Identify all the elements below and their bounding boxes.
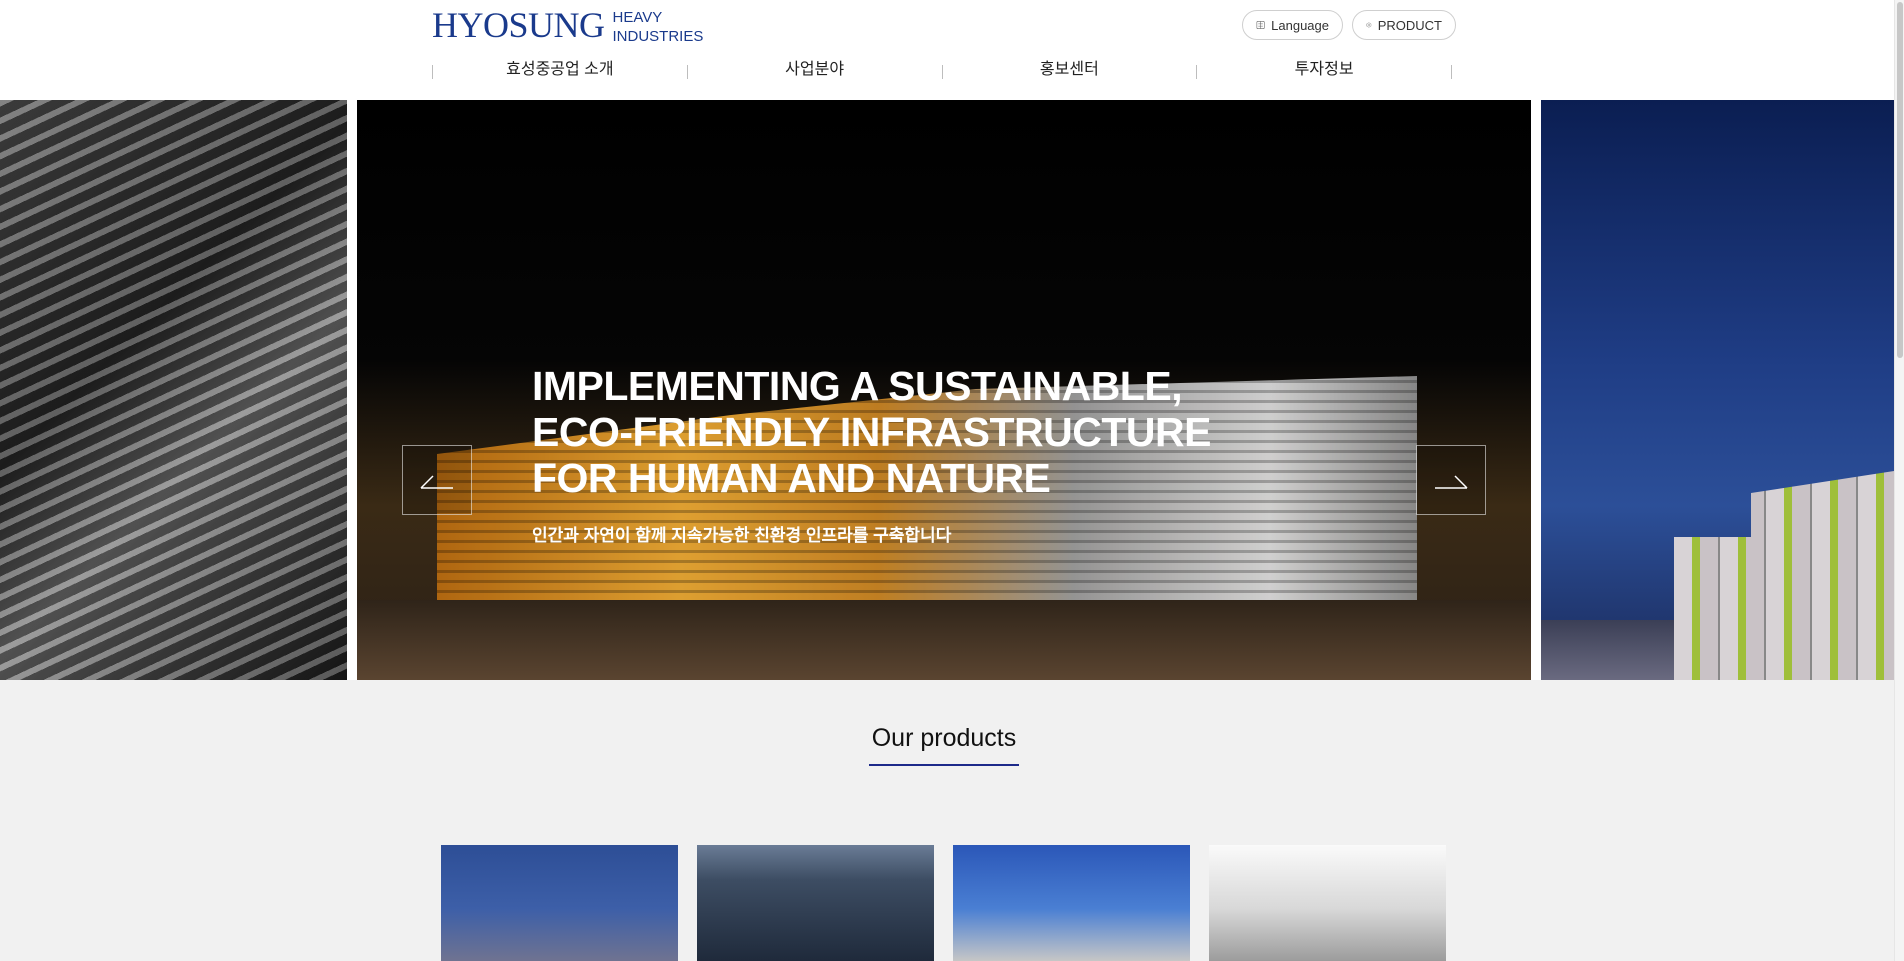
hero-subtitle: 인간과 자연이 함께 지속가능한 친환경 인프라를 구축합니다 [532, 526, 952, 545]
hero-title-line-3: FOR HUMAN AND NATURE [532, 455, 1051, 501]
nav-item-pr-center[interactable]: 홍보센터 [943, 56, 1197, 84]
site-header: HYOSUNG HEAVY INDUSTRIES Language PRODUC… [0, 0, 1894, 100]
hero-title-line-1: IMPLEMENTING A SUSTAINABLE, [532, 363, 1183, 409]
hero-slide-prev-peek[interactable] [0, 100, 347, 680]
hyosung-logo[interactable]: HYOSUNG HEAVY INDUSTRIES [432, 6, 703, 44]
logo-subtext: HEAVY INDUSTRIES [613, 6, 704, 44]
logo-subtext-line1: HEAVY [612, 9, 663, 26]
carousel-next-button[interactable] [1416, 445, 1486, 515]
hero-text: IMPLEMENTING A SUSTAINABLE, ECO-FRIENDLY… [532, 363, 1211, 546]
products-title-underline [869, 764, 1019, 766]
logo-subtext-line2: INDUSTRIES [612, 28, 704, 45]
product-label: PRODUCT [1377, 17, 1442, 33]
carousel-prev-button[interactable] [402, 445, 472, 515]
language-label: Language [1271, 17, 1329, 33]
hero-title-line-2: ECO-FRIENDLY INFRASTRUCTURE [532, 409, 1211, 455]
arrow-left-icon [420, 475, 453, 489]
arrow-right-icon [1435, 475, 1468, 489]
product-card-solar[interactable] [953, 845, 1190, 961]
language-button[interactable]: Language [1242, 10, 1343, 40]
product-card-motor[interactable] [1209, 845, 1446, 961]
page-scrollbar[interactable] [1894, 0, 1904, 961]
globe-icon [1256, 20, 1265, 30]
nav-item-investor[interactable]: 투자정보 [1197, 56, 1451, 84]
nav-item-business[interactable]: 사업분야 [688, 56, 942, 84]
hero-carousel: IMPLEMENTING A SUSTAINABLE, ECO-FRIENDLY… [0, 100, 1894, 680]
products-section-title: Our products [871, 724, 1017, 752]
product-card-power-transmission[interactable] [441, 845, 678, 961]
hero-slide-next-peek[interactable] [1541, 100, 1894, 680]
product-button[interactable]: PRODUCT [1352, 10, 1456, 40]
hexagon-nut-icon [1366, 22, 1372, 28]
product-card-control-center[interactable] [697, 845, 934, 961]
nav-separator [1451, 65, 1452, 79]
hero-ground [357, 600, 1531, 680]
logo-wordmark: HYOSUNG [432, 5, 605, 45]
main-nav: 효성중공업 소개 사업분야 홍보센터 투자정보 [432, 56, 1452, 84]
scrollbar-thumb[interactable] [1897, 2, 1903, 358]
apartment-buildings [1674, 471, 1894, 680]
nav-item-company[interactable]: 효성중공업 소개 [433, 56, 687, 84]
hero-title: IMPLEMENTING A SUSTAINABLE, ECO-FRIENDLY… [532, 363, 1211, 501]
